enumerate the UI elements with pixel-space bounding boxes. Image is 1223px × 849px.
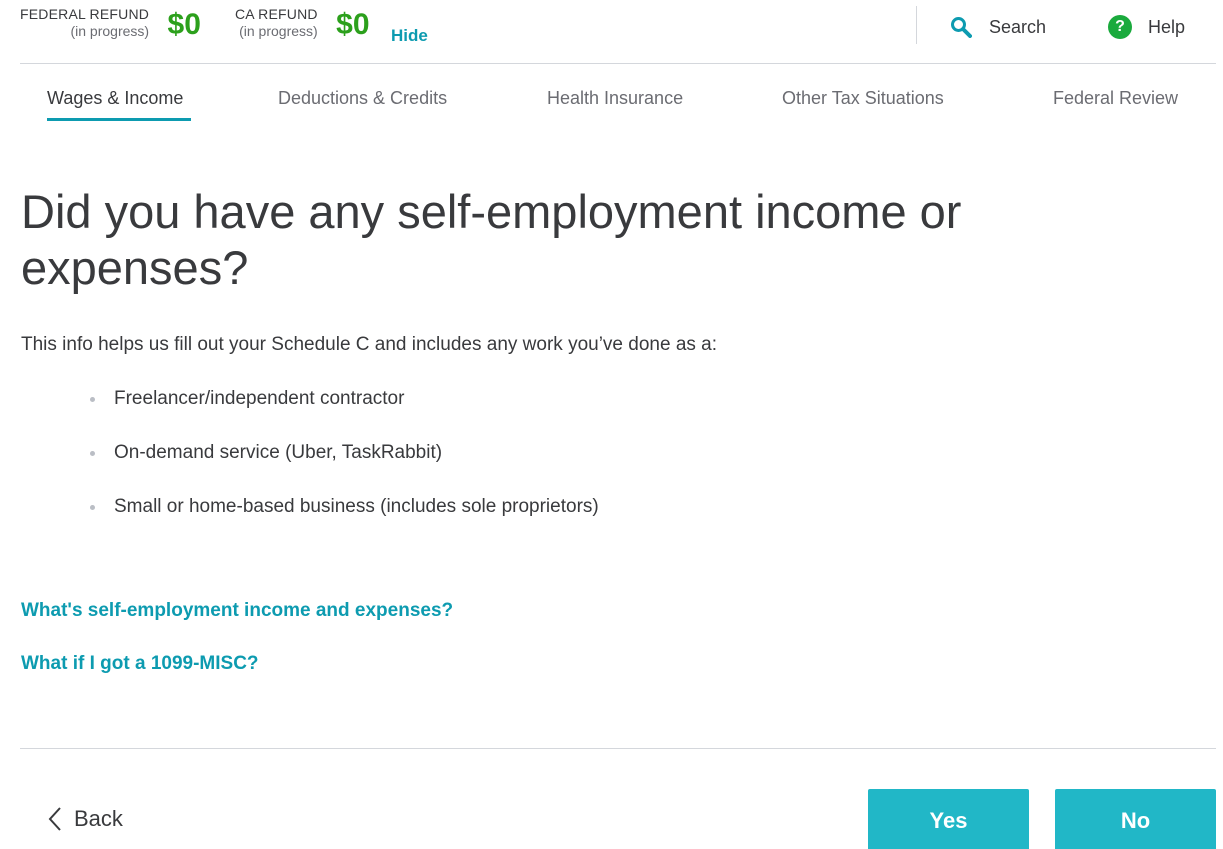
back-label: Back — [74, 806, 123, 831]
tab-health-insurance[interactable]: Health Insurance — [547, 88, 683, 109]
help-icon: ? — [1108, 15, 1132, 39]
ca-refund-label: CA REFUND — [235, 6, 318, 22]
federal-refund-amount: $0 — [167, 8, 201, 41]
ca-refund-amount: $0 — [336, 8, 370, 41]
search-icon — [951, 17, 972, 38]
section-tabs: Wages & Income Deductions & Credits Heal… — [20, 82, 1216, 124]
no-button[interactable]: No — [1055, 789, 1216, 849]
back-button[interactable]: Back — [48, 806, 123, 832]
chevron-left-icon — [48, 807, 61, 831]
tab-deductions-credits[interactable]: Deductions & Credits — [278, 88, 447, 109]
help-button[interactable]: ? Help — [1108, 14, 1185, 40]
active-tab-indicator — [47, 118, 191, 121]
search-button[interactable]: Search — [950, 14, 1046, 40]
footer-divider — [20, 748, 1216, 749]
yes-button[interactable]: Yes — [868, 789, 1029, 849]
tab-wages-income[interactable]: Wages & Income — [47, 88, 183, 109]
intro-text: This info helps us fill out your Schedul… — [21, 334, 718, 355]
help-label: Help — [1148, 16, 1186, 37]
self-employment-info-link[interactable]: What's self-employment income and expens… — [21, 600, 453, 622]
page: FEDERAL REFUND (in progress) $0 CA REFUN… — [0, 0, 1223, 849]
federal-refund: FEDERAL REFUND (in progress) $0 — [20, 6, 201, 42]
tab-federal-review[interactable]: Federal Review — [1053, 88, 1178, 109]
header-bar: FEDERAL REFUND (in progress) $0 CA REFUN… — [20, 0, 1216, 64]
search-label: Search — [989, 16, 1047, 37]
list-item: Freelancer/independent contractor — [90, 386, 599, 440]
federal-refund-status: (in progress) — [70, 23, 150, 39]
tab-other-tax-situations[interactable]: Other Tax Situations — [782, 88, 944, 109]
list-item: Small or home-based business (includes s… — [90, 494, 599, 548]
ca-refund: CA REFUND (in progress) $0 — [235, 6, 370, 42]
1099-misc-info-link[interactable]: What if I got a 1099-MISC? — [21, 653, 259, 675]
list-item: On-demand service (Uber, TaskRabbit) — [90, 440, 599, 494]
page-title: Did you have any self-employment income … — [21, 185, 962, 294]
ca-refund-status: (in progress) — [239, 23, 318, 39]
hide-refund-link[interactable]: Hide — [391, 26, 428, 46]
federal-refund-label: FEDERAL REFUND — [20, 6, 150, 22]
work-type-list: Freelancer/independent contractor On-dem… — [90, 386, 599, 548]
header-divider — [916, 6, 917, 44]
